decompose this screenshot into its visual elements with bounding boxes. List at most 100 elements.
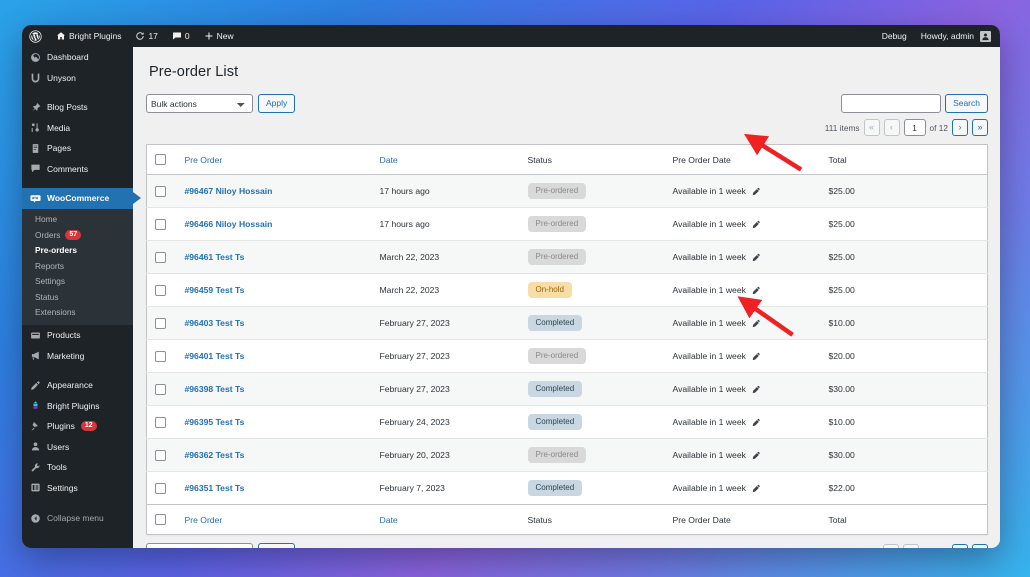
products-icon (30, 330, 41, 341)
table-row[interactable]: #96401 Test TsFebruary 27, 2023Pre-order… (147, 340, 988, 373)
submenu-item-pre-orders[interactable]: Pre-orders (22, 243, 133, 259)
total-text: $20.00 (829, 351, 855, 361)
apply-button-bottom[interactable]: Apply (258, 543, 295, 548)
row-checkbox[interactable] (155, 483, 166, 494)
next-page-button-top[interactable]: › (952, 119, 968, 136)
pencil-edit-icon[interactable] (752, 220, 761, 229)
row-checkbox[interactable] (155, 384, 166, 395)
row-checkbox[interactable] (155, 219, 166, 230)
site-name-menu[interactable]: Bright Plugins (49, 25, 128, 47)
sidebar-item-appearance[interactable]: Appearance (22, 375, 133, 396)
status-cell: Pre-ordered (520, 241, 665, 274)
pre-order-date-text: Available in 1 week (673, 318, 746, 328)
plugins-icon (30, 421, 41, 432)
table-row[interactable]: #96459 Test TsMarch 22, 2023On-holdAvail… (147, 274, 988, 307)
table-row[interactable]: #96395 Test TsFebruary 24, 2023Completed… (147, 406, 988, 439)
pencil-edit-icon[interactable] (752, 484, 761, 493)
sidebar-item-woocommerce[interactable]: WooCommerce (22, 188, 133, 209)
sidebar-item-unyson[interactable]: Unyson (22, 68, 133, 89)
pencil-edit-icon[interactable] (752, 253, 761, 262)
order-link[interactable]: #96459 Test Ts (185, 285, 245, 295)
order-link[interactable]: #96401 Test Ts (185, 351, 245, 361)
row-checkbox[interactable] (155, 351, 166, 362)
row-checkbox[interactable] (155, 318, 166, 329)
new-content-menu[interactable]: New (197, 25, 241, 47)
debug-menu[interactable]: Debug (875, 25, 914, 47)
woocommerce-icon (30, 193, 41, 204)
sidebar-item-blog-posts[interactable]: Blog Posts (22, 97, 133, 118)
submenu-item-settings[interactable]: Settings (22, 274, 133, 290)
search-input[interactable] (841, 94, 941, 113)
pencil-edit-icon[interactable] (752, 286, 761, 295)
search-button[interactable]: Search (945, 94, 988, 113)
submenu-item-extensions[interactable]: Extensions (22, 305, 133, 321)
order-link[interactable]: #96362 Test Ts (185, 450, 245, 460)
updates-menu[interactable]: 17 (128, 25, 164, 47)
sidebar-item-users[interactable]: Users (22, 437, 133, 458)
order-link[interactable]: #96398 Test Ts (185, 384, 245, 394)
order-link[interactable]: #96467 Niloy Hossain (185, 186, 273, 196)
order-link[interactable]: #96461 Test Ts (185, 252, 245, 262)
comments-menu[interactable]: 0 (165, 25, 197, 47)
submenu-item-reports[interactable]: Reports (22, 258, 133, 274)
sidebar-item-plugins[interactable]: Plugins 12 (22, 416, 133, 437)
pencil-edit-icon[interactable] (752, 418, 761, 427)
sidebar-item-marketing[interactable]: Marketing (22, 346, 133, 367)
last-page-button-bottom[interactable]: » (972, 544, 988, 548)
row-checkbox[interactable] (155, 285, 166, 296)
table-row[interactable]: #96467 Niloy Hossain17 hours agoPre-orde… (147, 175, 988, 208)
table-row[interactable]: #96351 Test TsFebruary 7, 2023CompletedA… (147, 472, 988, 505)
bulk-actions-select-bottom[interactable]: Bulk actions (146, 543, 253, 548)
order-cell: #96362 Test Ts (177, 439, 372, 472)
sidebar-item-media[interactable]: Media (22, 118, 133, 139)
submenu-item-orders[interactable]: Orders 57 (22, 227, 133, 243)
sidebar-item-comments[interactable]: Comments (22, 159, 133, 180)
pencil-edit-icon[interactable] (752, 187, 761, 196)
sidebar-item-products[interactable]: Products (22, 325, 133, 346)
sidebar-item-dashboard[interactable]: Dashboard (22, 47, 133, 68)
wp-logo-menu[interactable] (22, 25, 49, 47)
last-page-button-top[interactable]: » (972, 119, 988, 136)
total-pages-top: of 12 (930, 123, 948, 133)
row-checkbox[interactable] (155, 450, 166, 461)
submenu-item-home[interactable]: Home (22, 212, 133, 228)
row-checkbox[interactable] (155, 417, 166, 428)
row-checkbox[interactable] (155, 252, 166, 263)
column-footer-pre-order[interactable]: Pre Order (177, 505, 372, 535)
sidebar-item-bright-plugins[interactable]: Bright Plugins (22, 396, 133, 417)
submenu-item-status[interactable]: Status (22, 289, 133, 305)
next-page-button-bottom[interactable]: › (952, 544, 968, 548)
order-cell: #96403 Test Ts (177, 307, 372, 340)
order-link[interactable]: #96351 Test Ts (185, 483, 245, 493)
select-all-checkbox-footer[interactable] (155, 514, 166, 525)
table-row[interactable]: #96362 Test TsFebruary 20, 2023Pre-order… (147, 439, 988, 472)
row-select-cell (147, 175, 177, 208)
order-link[interactable]: #96395 Test Ts (185, 417, 245, 427)
select-all-checkbox[interactable] (155, 154, 166, 165)
row-checkbox[interactable] (155, 186, 166, 197)
pencil-edit-icon[interactable] (752, 451, 761, 460)
sidebar-item-collapse-menu[interactable]: Collapse menu (22, 508, 133, 529)
sidebar-item-pages[interactable]: Pages (22, 138, 133, 159)
sidebar-item-tools[interactable]: Tools (22, 457, 133, 478)
apply-button-top[interactable]: Apply (258, 94, 295, 113)
order-link[interactable]: #96466 Niloy Hossain (185, 219, 273, 229)
table-row[interactable]: #96403 Test TsFebruary 27, 2023Completed… (147, 307, 988, 340)
date-text: March 22, 2023 (380, 252, 440, 262)
pencil-edit-icon[interactable] (752, 352, 761, 361)
column-footer-date[interactable]: Date (372, 505, 520, 535)
current-page-input-top[interactable] (904, 119, 926, 136)
pencil-edit-icon[interactable] (752, 319, 761, 328)
column-header-pre-order[interactable]: Pre Order (177, 145, 372, 175)
order-link[interactable]: #96403 Test Ts (185, 318, 245, 328)
table-row[interactable]: #96398 Test TsFebruary 27, 2023Completed… (147, 373, 988, 406)
sidebar-item-settings[interactable]: Settings (22, 478, 133, 499)
table-row[interactable]: #96461 Test TsMarch 22, 2023Pre-orderedA… (147, 241, 988, 274)
table-row[interactable]: #96466 Niloy Hossain17 hours agoPre-orde… (147, 208, 988, 241)
column-header-date[interactable]: Date (372, 145, 520, 175)
pencil-edit-icon[interactable] (752, 385, 761, 394)
total-text: $22.00 (829, 483, 855, 493)
my-account-menu[interactable]: Howdy, admin (914, 25, 1000, 47)
bulk-actions-select-top[interactable]: Bulk actions (146, 94, 253, 113)
search-box-top: Search (841, 94, 988, 113)
